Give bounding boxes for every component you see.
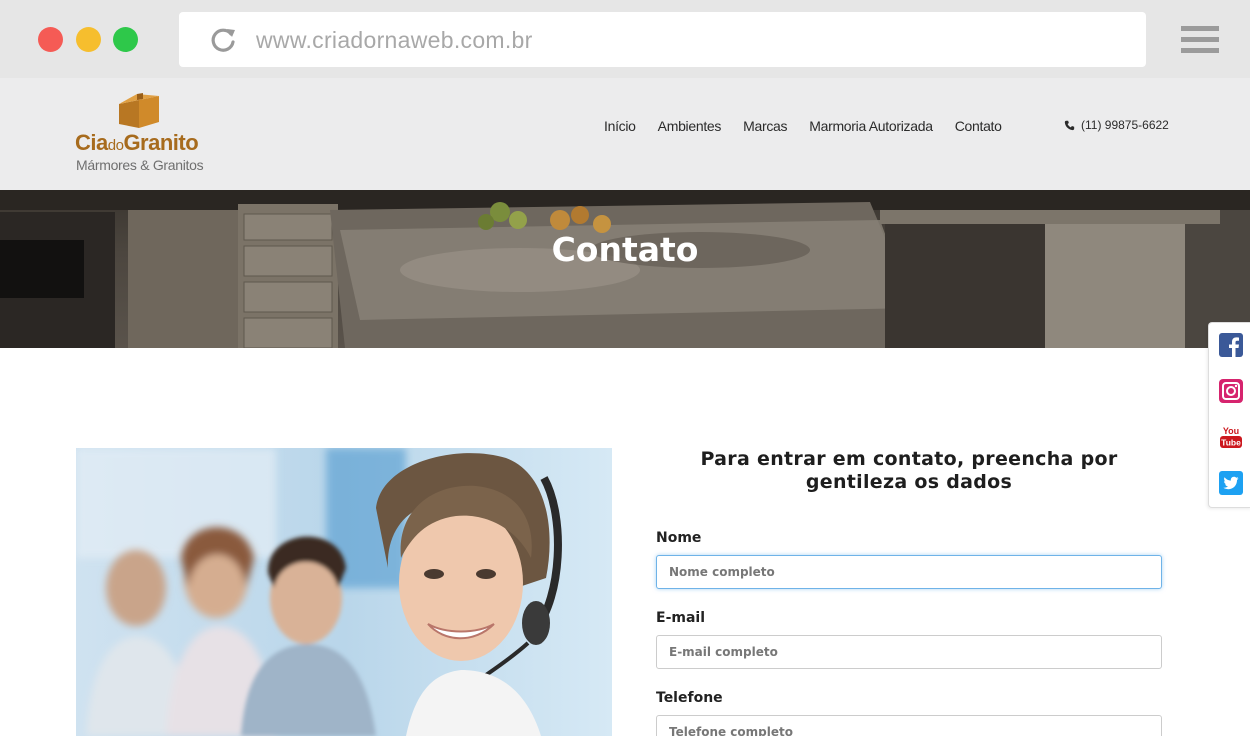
header-phone[interactable]: (11) 99875-6622: [1064, 118, 1169, 132]
form-title: Para entrar em contato, preencha por gen…: [700, 448, 1118, 493]
hero-title: Contato: [551, 230, 699, 269]
call-center-photo: [76, 448, 612, 736]
phone-number: (11) 99875-6622: [1081, 118, 1169, 132]
site-header: CiadoGranito Mármores & Granitos Início …: [0, 78, 1250, 190]
nav-item-marmoria-autorizada[interactable]: Marmoria Autorizada: [809, 118, 933, 134]
svg-text:You: You: [1223, 426, 1239, 436]
nav-item-inicio[interactable]: Início: [604, 118, 636, 134]
phone-label: Telefone: [656, 690, 723, 706]
facebook-icon[interactable]: [1219, 333, 1243, 357]
hamburger-menu-icon[interactable]: [1181, 26, 1219, 54]
box-logo-icon: [119, 93, 159, 128]
maximize-window-button[interactable]: [113, 27, 138, 52]
name-input[interactable]: [656, 555, 1162, 589]
close-window-button[interactable]: [38, 27, 63, 52]
address-bar[interactable]: www.criadornaweb.com.br: [179, 12, 1146, 67]
hero-banner: Contato: [0, 190, 1250, 348]
logo-subtitle: Mármores & Granitos: [76, 157, 204, 173]
youtube-icon[interactable]: You Tube: [1219, 425, 1243, 449]
main-nav: Início Ambientes Marcas Marmoria Autoriz…: [604, 118, 1024, 134]
email-input[interactable]: [656, 635, 1162, 669]
address-url: www.criadornaweb.com.br: [256, 27, 533, 53]
name-label: Nome: [656, 530, 702, 546]
logo-text: CiadoGranito: [75, 130, 199, 155]
phone-input[interactable]: [656, 715, 1162, 736]
minimize-window-button[interactable]: [76, 27, 101, 52]
phone-icon: [1064, 120, 1075, 130]
instagram-icon[interactable]: [1219, 379, 1243, 403]
nav-item-marcas[interactable]: Marcas: [743, 118, 787, 134]
svg-text:Tube: Tube: [1221, 438, 1241, 448]
social-sidebar: You Tube: [1208, 322, 1250, 508]
kitchen-background-image: [0, 190, 1250, 348]
nav-item-ambientes[interactable]: Ambientes: [658, 118, 722, 134]
nav-item-contato[interactable]: Contato: [955, 118, 1002, 134]
email-label: E-mail: [656, 610, 706, 626]
browser-chrome: www.criadornaweb.com.br: [0, 0, 1250, 78]
twitter-icon[interactable]: [1219, 471, 1243, 495]
reload-icon[interactable]: [209, 26, 237, 54]
site-logo[interactable]: CiadoGranito Mármores & Granitos: [75, 90, 215, 180]
